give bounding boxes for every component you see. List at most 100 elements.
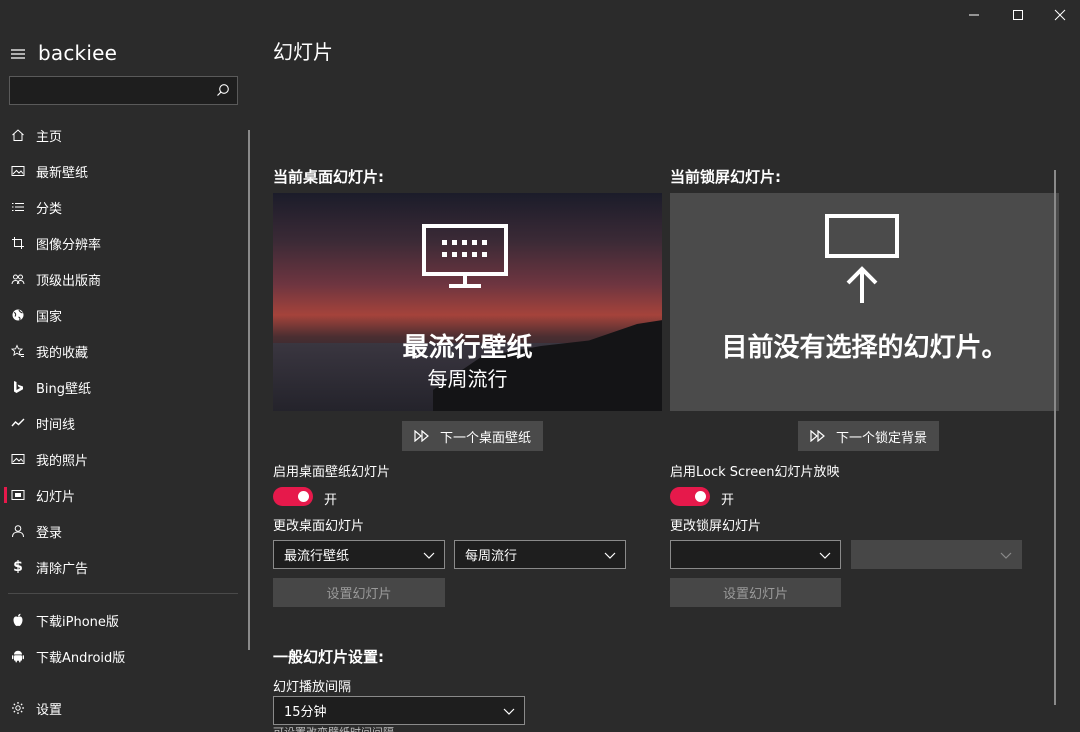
sidebar-item-login[interactable]: 登录 — [0, 513, 246, 549]
desktop-period-value: 每周流行 — [465, 549, 518, 564]
hamburger-menu-button[interactable] — [10, 46, 26, 62]
sidebar-scrollbar[interactable] — [248, 130, 250, 650]
upload-screen-icon — [825, 214, 899, 303]
sidebar-item-label: 设置 — [36, 702, 63, 718]
hamburger-icon — [11, 49, 25, 59]
sidebar-item-label: 下载iPhone版 — [36, 614, 119, 630]
sidebar-item-timeline[interactable]: 时间线 — [0, 405, 246, 441]
apple-icon — [13, 613, 23, 626]
sidebar-item-label: 登录 — [36, 525, 63, 541]
nav-list: 主页 最新壁纸 分类 图像分辨率 顶级出版商 国家 我的收藏 Bing壁纸 时间… — [0, 117, 246, 674]
photo-icon — [11, 454, 25, 464]
nav-bottom: 设置 — [0, 690, 246, 726]
sidebar-item-label: 我的收藏 — [36, 345, 89, 361]
sidebar-item-label: 时间线 — [36, 417, 76, 433]
sidebar-item-label: 幻灯片 — [36, 489, 76, 505]
next-desktop-wallpaper-button[interactable]: 下一个桌面壁纸 — [402, 421, 544, 451]
nav-divider — [8, 593, 238, 594]
slideshow-icon — [11, 490, 25, 500]
interval-select[interactable]: 15分钟 — [273, 696, 525, 725]
chevron-down-icon — [819, 552, 831, 559]
sidebar-item-resolution[interactable]: 图像分辨率 — [0, 225, 246, 261]
lock-source-select[interactable] — [670, 540, 841, 569]
lock-period-select[interactable] — [851, 540, 1022, 569]
sidebar-item-label: 主页 — [36, 129, 63, 145]
fast-forward-icon — [414, 430, 429, 442]
gear-icon — [12, 702, 24, 714]
monitor-icon — [422, 224, 508, 288]
sidebar-item-label: 国家 — [36, 309, 63, 325]
sidebar-item-bing[interactable]: Bing壁纸 — [0, 369, 246, 405]
toggle-knob — [695, 491, 706, 502]
sidebar-item-label: 清除广告 — [36, 561, 89, 577]
crop-icon — [12, 237, 24, 249]
sidebar-item-settings[interactable]: 设置 — [0, 690, 246, 726]
search-icon[interactable] — [216, 83, 230, 97]
lock-preview-message: 目前没有选择的幻灯片。 — [721, 333, 1008, 363]
next-lock-background-label: 下一个锁定背景 — [836, 430, 928, 446]
search-box[interactable] — [9, 76, 238, 105]
home-icon — [12, 129, 24, 141]
main-content: 幻灯片 当前桌面幻灯片: 最流行壁纸 每周流行 下一个桌面壁纸 启用桌面壁纸幻灯… — [252, 0, 1080, 732]
chevron-down-icon — [423, 552, 435, 559]
favorites-icon — [11, 344, 24, 357]
lock-toggle-state: 开 — [721, 493, 735, 508]
app-window: backiee 主页 最新壁纸 分类 图像分辨率 顶级出版商 国家 我的收藏 B… — [0, 0, 1080, 732]
sidebar-item-download-iphone[interactable]: 下载iPhone版 — [0, 602, 246, 638]
interval-hint: 可设置改变壁纸时间间隔 — [273, 724, 394, 732]
bing-icon — [14, 381, 23, 393]
search-input[interactable] — [10, 77, 210, 104]
fast-forward-icon — [810, 430, 825, 442]
sidebar-item-countries[interactable]: 国家 — [0, 297, 246, 333]
enable-desktop-slideshow-label: 启用桌面壁纸幻灯片 — [273, 465, 391, 480]
sidebar-item-label: 我的照片 — [36, 453, 89, 469]
sidebar-item-categories[interactable]: 分类 — [0, 189, 246, 225]
desktop-slideshow-toggle[interactable] — [273, 487, 313, 506]
sidebar: backiee 主页 最新壁纸 分类 图像分辨率 顶级出版商 国家 我的收藏 B… — [0, 0, 252, 732]
set-desktop-slideshow-button[interactable]: 设置幻灯片 — [273, 578, 445, 607]
toggle-knob — [298, 491, 309, 502]
desktop-slideshow-preview: 最流行壁纸 每周流行 — [273, 193, 662, 411]
interval-label: 幻灯播放间隔 — [273, 680, 352, 695]
lock-slideshow-toggle[interactable] — [670, 487, 710, 506]
app-name: backiee — [38, 41, 118, 65]
desktop-preview-title: 最流行壁纸 — [402, 333, 533, 363]
set-lock-slideshow-button[interactable]: 设置幻灯片 — [670, 578, 841, 607]
timeline-icon — [11, 418, 25, 427]
sidebar-item-label: 图像分辨率 — [36, 237, 102, 253]
lock-section-title: 当前锁屏幻灯片: — [670, 168, 781, 186]
sidebar-item-download-android[interactable]: 下载Android版 — [0, 638, 246, 674]
chevron-down-icon — [1000, 552, 1012, 559]
desktop-toggle-state: 开 — [324, 493, 338, 508]
interval-value: 15分钟 — [284, 705, 327, 720]
user-icon — [12, 525, 24, 538]
change-desktop-slideshow-label: 更改桌面幻灯片 — [273, 519, 365, 534]
change-lock-slideshow-label: 更改锁屏幻灯片 — [670, 519, 762, 534]
sidebar-item-label: 下载Android版 — [36, 650, 126, 666]
sidebar-item-favorites[interactable]: 我的收藏 — [0, 333, 246, 369]
desktop-source-select[interactable]: 最流行壁纸 — [273, 540, 445, 569]
chevron-down-icon — [604, 552, 616, 559]
sidebar-item-label: 最新壁纸 — [36, 165, 89, 181]
sidebar-item-my-photos[interactable]: 我的照片 — [0, 441, 246, 477]
chevron-down-icon — [503, 708, 515, 715]
sidebar-item-remove-ads[interactable]: $ 清除广告 — [0, 549, 246, 585]
enable-lock-slideshow-label: 启用Lock Screen幻灯片放映 — [670, 465, 840, 480]
page-title: 幻灯片 — [273, 40, 333, 64]
sidebar-item-publishers[interactable]: 顶级出版商 — [0, 261, 246, 297]
sidebar-item-label: 顶级出版商 — [36, 273, 102, 289]
dollar-icon: $ — [13, 559, 23, 575]
next-lock-background-button[interactable]: 下一个锁定背景 — [798, 421, 940, 451]
desktop-period-select[interactable]: 每周流行 — [454, 540, 626, 569]
desktop-preview-subtitle: 每周流行 — [427, 367, 508, 391]
desktop-source-value: 最流行壁纸 — [284, 549, 350, 564]
sidebar-item-label: Bing壁纸 — [36, 381, 92, 397]
sidebar-item-latest-wallpapers[interactable]: 最新壁纸 — [0, 153, 246, 189]
sidebar-item-slideshow[interactable]: 幻灯片 — [0, 477, 246, 513]
main-scrollbar[interactable] — [1054, 170, 1056, 705]
list-icon — [12, 202, 24, 212]
sidebar-item-home[interactable]: 主页 — [0, 117, 246, 153]
people-icon — [11, 274, 25, 285]
globe-icon — [12, 309, 24, 321]
lock-slideshow-preview: 目前没有选择的幻灯片。 — [670, 193, 1059, 411]
